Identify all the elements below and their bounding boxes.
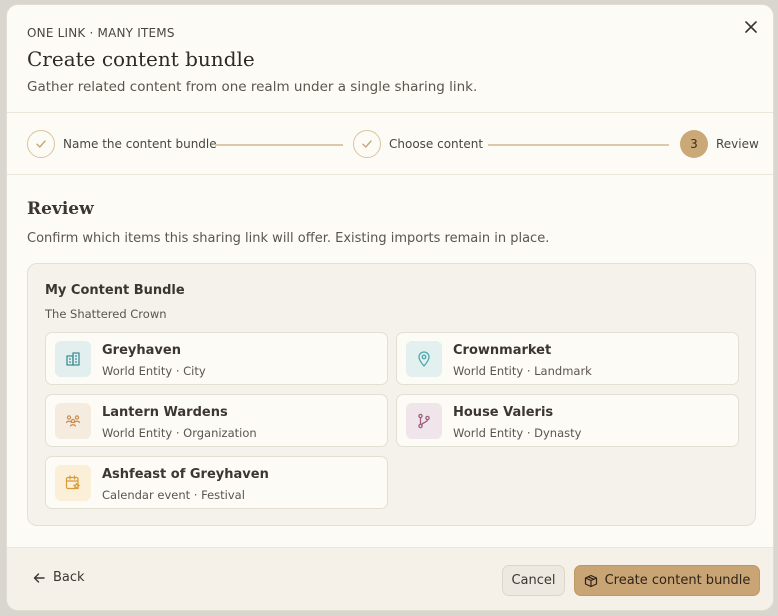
bundle-item-lantern-wardens[interactable]: Lantern Wardens World Entity · Organizat… xyxy=(45,394,388,447)
bundle-item-ashfeast[interactable]: Ashfeast of Greyhaven Calendar event · F… xyxy=(45,456,388,509)
create-button-label: Create content bundle xyxy=(604,573,751,588)
city-icon xyxy=(55,341,91,377)
arrow-left-icon xyxy=(33,572,45,583)
step-label: Choose content xyxy=(389,137,484,151)
item-subtitle: World Entity · Landmark xyxy=(453,364,592,378)
bundle-realm: The Shattered Crown xyxy=(45,307,167,321)
step-label: Name the content bundle xyxy=(63,137,217,151)
dialog-title: Create content bundle xyxy=(27,47,255,71)
map-pin-icon xyxy=(406,341,442,377)
item-title: House Valeris xyxy=(453,405,554,420)
review-title: Review xyxy=(27,199,94,219)
step-complete-indicator xyxy=(353,130,381,158)
check-icon xyxy=(362,140,372,148)
cancel-button[interactable]: Cancel xyxy=(502,565,565,596)
package-icon xyxy=(584,574,597,587)
review-description: Confirm which items this sharing link wi… xyxy=(27,231,550,246)
step-choose-content: Choose content xyxy=(353,129,483,159)
stepper: Name the content bundle Choose content 3… xyxy=(7,113,773,175)
bundle-name: My Content Bundle xyxy=(45,283,185,298)
item-subtitle: World Entity · City xyxy=(102,364,206,378)
bundle-item-house-valeris[interactable]: House Valeris World Entity · Dynasty xyxy=(396,394,739,447)
dialog-footer: Back Cancel Create content bundle xyxy=(7,547,773,610)
step-connector xyxy=(215,144,343,146)
dialog-header: ONE LINK · MANY ITEMS Create content bun… xyxy=(7,5,773,113)
dialog-eyebrow: ONE LINK · MANY ITEMS xyxy=(27,26,175,40)
family-tree-icon xyxy=(406,403,442,439)
item-subtitle: Calendar event · Festival xyxy=(102,488,245,502)
step-label: Review xyxy=(716,137,759,151)
step-name-bundle: Name the content bundle xyxy=(27,129,217,159)
item-title: Greyhaven xyxy=(102,343,181,358)
back-button-label: Back xyxy=(53,570,85,585)
calendar-star-icon xyxy=(55,465,91,501)
item-subtitle: World Entity · Organization xyxy=(102,426,257,440)
back-button[interactable]: Back xyxy=(33,570,85,585)
step-review: 3 Review xyxy=(680,129,759,159)
bundle-item-greyhaven[interactable]: Greyhaven World Entity · City xyxy=(45,332,388,385)
dialog-subtitle: Gather related content from one realm un… xyxy=(27,79,478,95)
close-button[interactable] xyxy=(741,17,761,37)
close-icon xyxy=(745,21,757,33)
item-title: Ashfeast of Greyhaven xyxy=(102,467,269,482)
create-content-bundle-button[interactable]: Create content bundle xyxy=(574,565,760,596)
step-connector xyxy=(488,144,669,146)
bundle-item-crownmarket[interactable]: Crownmarket World Entity · Landmark xyxy=(396,332,739,385)
check-icon xyxy=(36,140,46,148)
people-icon xyxy=(55,403,91,439)
bundle-summary-card: My Content Bundle The Shattered Crown Gr… xyxy=(27,263,756,526)
step-complete-indicator xyxy=(27,130,55,158)
item-subtitle: World Entity · Dynasty xyxy=(453,426,582,440)
step-number-badge: 3 xyxy=(680,130,708,158)
item-title: Crownmarket xyxy=(453,343,552,358)
dialog-body: Review Confirm which items this sharing … xyxy=(7,175,773,547)
item-title: Lantern Wardens xyxy=(102,405,228,420)
create-bundle-dialog: ONE LINK · MANY ITEMS Create content bun… xyxy=(6,4,774,611)
